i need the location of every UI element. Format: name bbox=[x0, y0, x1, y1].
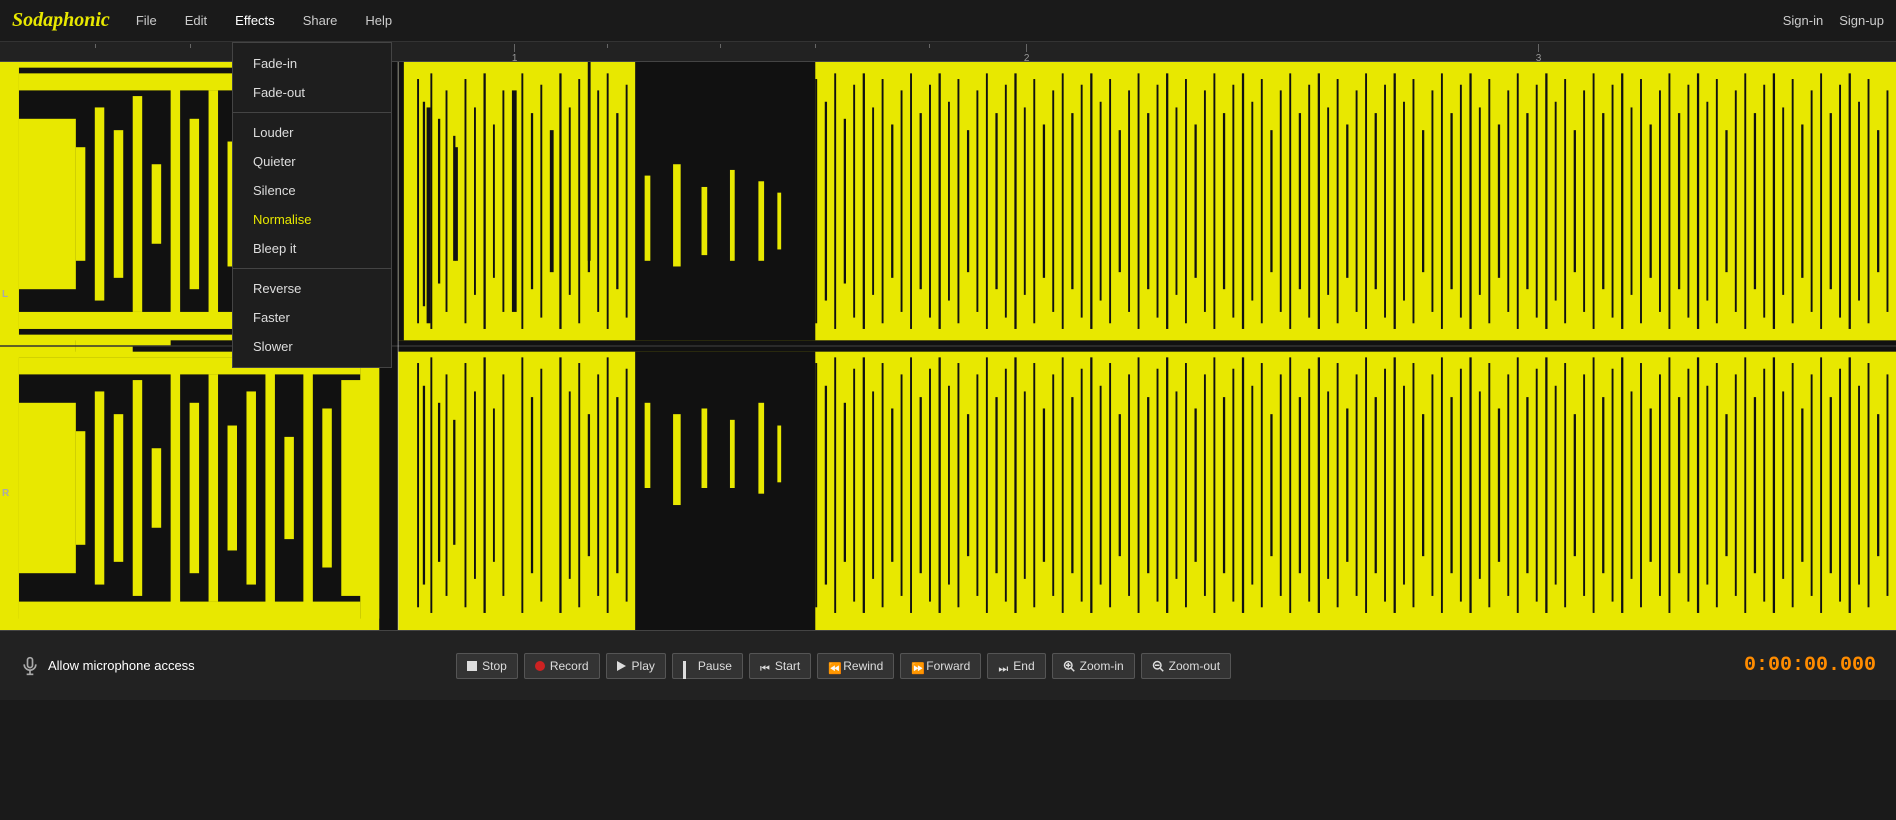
signin-link[interactable]: Sign-in bbox=[1783, 13, 1823, 28]
ruler-tick-sm2 bbox=[190, 42, 191, 48]
ruler-mark-3: 3 bbox=[1536, 42, 1542, 64]
ruler-mark-1: 1 bbox=[512, 42, 518, 64]
play-label: Play bbox=[632, 659, 655, 673]
stop-icon bbox=[467, 661, 477, 671]
zoom-out-icon bbox=[1152, 660, 1164, 672]
menu-fade-in[interactable]: Fade-in bbox=[233, 49, 391, 78]
app-logo: Sodaphonic bbox=[12, 9, 110, 32]
ruler-tick-sm6 bbox=[720, 42, 721, 48]
menu-fade-out[interactable]: Fade-out bbox=[233, 78, 391, 107]
menu-slower[interactable]: Slower bbox=[233, 332, 391, 361]
mic-section: Allow microphone access bbox=[20, 656, 195, 676]
time-display: 0:00:00.000 bbox=[1744, 654, 1876, 677]
controls-center: Stop Record Play Pause Start Rewind bbox=[456, 653, 1231, 679]
ruler-tick-sm5 bbox=[607, 42, 608, 48]
pause-icon bbox=[683, 661, 693, 671]
rewind-icon bbox=[828, 661, 838, 671]
pause-label: Pause bbox=[698, 659, 732, 673]
nav-share[interactable]: Share bbox=[297, 9, 344, 32]
channel-label-l: L bbox=[2, 289, 8, 300]
menu-reverse[interactable]: Reverse bbox=[233, 274, 391, 303]
start-label: Start bbox=[775, 659, 800, 673]
stop-label: Stop bbox=[482, 659, 507, 673]
channel-label-r: R bbox=[2, 488, 9, 499]
ruler-tick-sm bbox=[95, 42, 96, 48]
zoom-in-button[interactable]: Zoom-in bbox=[1052, 653, 1135, 679]
nav-file[interactable]: File bbox=[130, 9, 163, 32]
nav-edit[interactable]: Edit bbox=[179, 9, 213, 32]
zoom-in-label: Zoom-in bbox=[1080, 659, 1124, 673]
bottom-toolbar: Allow microphone access Stop Record Play… bbox=[0, 630, 1896, 700]
ruler-mark-2: 2 bbox=[1024, 42, 1030, 64]
stop-button[interactable]: Stop bbox=[456, 653, 518, 679]
play-icon bbox=[617, 661, 627, 671]
menu-silence[interactable]: Silence bbox=[233, 176, 391, 205]
menu-normalise[interactable]: Normalise bbox=[233, 205, 391, 234]
menu-louder[interactable]: Louder bbox=[233, 118, 391, 147]
end-button[interactable]: End bbox=[987, 653, 1045, 679]
nav-help[interactable]: Help bbox=[359, 9, 398, 32]
menu-quieter[interactable]: Quieter bbox=[233, 147, 391, 176]
end-icon bbox=[998, 661, 1008, 671]
menu-bleep-it[interactable]: Bleep it bbox=[233, 234, 391, 263]
zoom-in-icon bbox=[1063, 660, 1075, 672]
logo-part2: phonic bbox=[53, 9, 110, 31]
pause-button[interactable]: Pause bbox=[672, 653, 743, 679]
nav-right: Sign-in Sign-up bbox=[1783, 13, 1884, 28]
record-icon bbox=[535, 661, 545, 671]
mic-icon bbox=[20, 656, 40, 676]
signup-link[interactable]: Sign-up bbox=[1839, 13, 1884, 28]
logo-part1: Soda bbox=[12, 9, 53, 31]
forward-label: Forward bbox=[926, 659, 970, 673]
dropdown-divider-2 bbox=[233, 268, 391, 269]
play-button[interactable]: Play bbox=[606, 653, 666, 679]
start-icon bbox=[760, 661, 770, 671]
record-label: Record bbox=[550, 659, 589, 673]
nav-effects[interactable]: Effects bbox=[229, 9, 281, 32]
zoom-out-button[interactable]: Zoom-out bbox=[1141, 653, 1231, 679]
ruler-tick-sm8 bbox=[929, 42, 930, 48]
forward-icon bbox=[911, 661, 921, 671]
header: Sodaphonic File Edit Effects Share Help … bbox=[0, 0, 1896, 42]
dropdown-divider-1 bbox=[233, 112, 391, 113]
forward-button[interactable]: Forward bbox=[900, 653, 981, 679]
rewind-label: Rewind bbox=[843, 659, 883, 673]
start-button[interactable]: Start bbox=[749, 653, 811, 679]
record-button[interactable]: Record bbox=[524, 653, 600, 679]
effects-dropdown: Fade-in Fade-out Louder Quieter Silence … bbox=[232, 42, 392, 368]
nav-menu: File Edit Effects Share Help bbox=[130, 9, 1783, 32]
ruler-tick-sm7 bbox=[815, 42, 816, 48]
end-label: End bbox=[1013, 659, 1034, 673]
zoom-out-label: Zoom-out bbox=[1169, 659, 1220, 673]
menu-faster[interactable]: Faster bbox=[233, 303, 391, 332]
mic-access-label: Allow microphone access bbox=[48, 658, 195, 673]
rewind-button[interactable]: Rewind bbox=[817, 653, 894, 679]
